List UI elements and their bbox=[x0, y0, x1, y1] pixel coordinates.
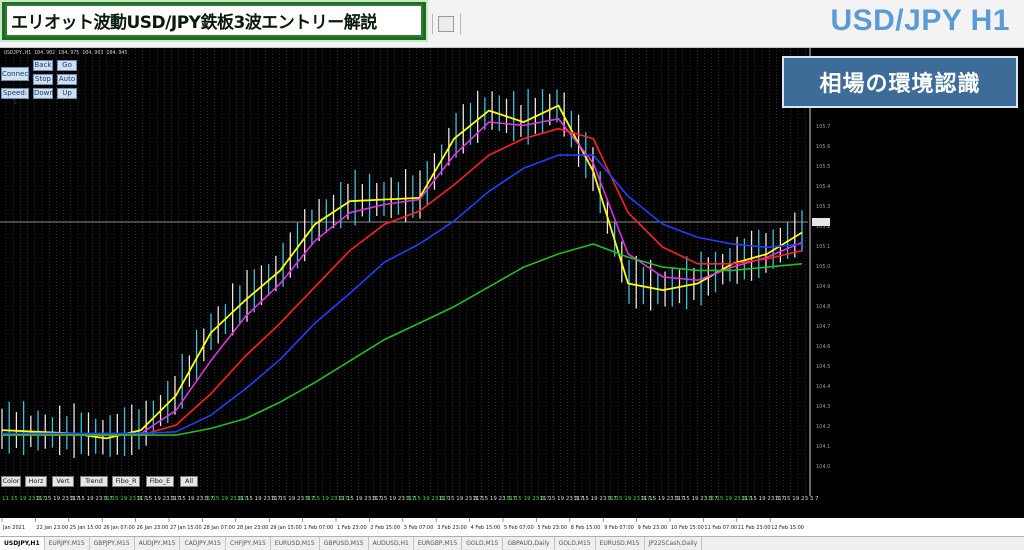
horz-tool-button[interactable]: Horz bbox=[25, 476, 47, 487]
time-axis-label: 26 Jan 07:00 bbox=[103, 525, 135, 531]
price-tick-label: 104.6 bbox=[816, 344, 830, 350]
toolbar-chart-icon[interactable] bbox=[438, 16, 454, 32]
auto-button[interactable]: Auto bbox=[57, 74, 77, 85]
price-tick-label: 104.0 bbox=[816, 464, 830, 470]
price-tick-label: 105.5 bbox=[816, 164, 830, 170]
time-axis-label: 12 Feb 15:00 bbox=[771, 525, 804, 531]
time-axis-label: 9 Feb 07:00 bbox=[604, 525, 634, 531]
symbol-tab[interactable]: AUDUSD,H1 bbox=[369, 537, 414, 550]
time-axis-label: 28 Jan 07:00 bbox=[203, 525, 235, 531]
price-tick-label: 104.5 bbox=[816, 364, 830, 370]
time-axis-label: 1 Feb 23:00 bbox=[337, 525, 367, 531]
time-axis-label: 22 Jan 23:00 bbox=[36, 525, 68, 531]
time-axis-label: 11 Feb 23:00 bbox=[738, 525, 771, 531]
time-axis-label: 10 Feb 15:00 bbox=[671, 525, 704, 531]
price-tick-label: 105.1 bbox=[816, 244, 830, 250]
time-axis-label: 1 Feb 07:00 bbox=[304, 525, 334, 531]
chart-window-info: USDJPY,H1 104.902 104.975 104.903 104.94… bbox=[4, 50, 128, 56]
time-axis-label: 28 Jan 23:00 bbox=[237, 525, 269, 531]
price-tick-label: 105.6 bbox=[816, 144, 830, 150]
chart-canvas[interactable]: 106.0105.9105.8105.7105.6105.5105.4105.3… bbox=[0, 48, 1024, 536]
symbol-tab[interactable]: AUDJPY,M15 bbox=[135, 537, 181, 550]
time-axis-label: 2 Feb 15:00 bbox=[370, 525, 400, 531]
fibo-r-tool-button[interactable]: Fibo_R bbox=[112, 476, 140, 487]
price-tick-label: 104.3 bbox=[816, 404, 830, 410]
environment-recognition-banner: 相場の環境認識 bbox=[782, 56, 1018, 108]
time-axis-label: 4 Feb 15:00 bbox=[471, 525, 501, 531]
connect-button[interactable]: Connect bbox=[1, 67, 31, 81]
time-axis-label: 11 Feb 07:00 bbox=[704, 525, 737, 531]
trend-tool-button[interactable]: Trend bbox=[80, 476, 108, 487]
symbol-tab[interactable]: GBPAUD,Daily bbox=[503, 537, 555, 550]
price-chart[interactable]: 106.0105.9105.8105.7105.6105.5105.4105.3… bbox=[0, 48, 1024, 536]
symbol-tab[interactable]: GBPJPY,M15 bbox=[90, 537, 135, 550]
price-tick-label: 105.7 bbox=[816, 124, 830, 130]
time-axis-label: 26 Jan 23:00 bbox=[137, 525, 169, 531]
price-tick-label: 105.4 bbox=[816, 184, 830, 190]
symbol-tab[interactable]: GOLD,M15 bbox=[462, 537, 504, 550]
price-tick-label: 104.4 bbox=[816, 384, 830, 390]
current-price-box bbox=[812, 218, 830, 226]
time-axis-label: Jan 2021 bbox=[2, 525, 25, 531]
symbol-tab[interactable]: GOLD,M15 bbox=[555, 537, 596, 550]
time-axis-label: 29 Jan 15:00 bbox=[270, 525, 302, 531]
symbol-tab-bar: USDJPY,H1 EURJPY,M15 GBPJPY,M15 AUDJPY,M15 C… bbox=[0, 536, 1024, 550]
price-scale-area bbox=[810, 48, 1024, 536]
vert-tool-button[interactable]: Vert bbox=[52, 476, 74, 487]
time-axis-label: 8 Feb 15:00 bbox=[571, 525, 601, 531]
stop-button[interactable]: Stop bbox=[33, 74, 53, 85]
symbol-tab[interactable]: JP225Cash,Daily bbox=[645, 537, 703, 550]
time-axis-label: 3 Feb 07:00 bbox=[404, 525, 434, 531]
go-button[interactable]: Go bbox=[57, 60, 77, 71]
video-title: エリオット波動USD/JPY鉄板3波エントリー解説 bbox=[11, 13, 377, 33]
time-axis-label: 5 Feb 07:00 bbox=[504, 525, 534, 531]
hour-tick-label: 11 15 19 23 3 7 bbox=[775, 496, 819, 502]
price-tick-label: 104.7 bbox=[816, 324, 830, 330]
symbol-tab[interactable]: EURGBP,M15 bbox=[414, 537, 463, 550]
symbol-tab[interactable]: EURJPY,M15 bbox=[45, 537, 90, 550]
time-axis-label: 3 Feb 23:00 bbox=[437, 525, 467, 531]
time-axis-label: 9 Feb 23:00 bbox=[638, 525, 668, 531]
price-tick-label: 105.0 bbox=[816, 264, 830, 270]
all-tool-button[interactable]: All bbox=[180, 476, 198, 487]
symbol-tab[interactable]: GBPUSD,M15 bbox=[320, 537, 369, 550]
price-tick-label: 104.9 bbox=[816, 284, 830, 290]
down-button[interactable]: Down bbox=[33, 88, 54, 99]
environment-recognition-label: 相場の環境認識 bbox=[819, 72, 981, 97]
symbol-tab[interactable]: CADJPY,M15 bbox=[180, 537, 226, 550]
symbol-tab[interactable]: USDJPY,H1 bbox=[0, 537, 45, 550]
price-tick-label: 105.3 bbox=[816, 204, 830, 210]
symbol-tab[interactable]: EURUSD,M15 bbox=[596, 537, 645, 550]
price-tick-label: 104.2 bbox=[816, 424, 830, 430]
price-tick-label: 104.1 bbox=[816, 444, 830, 450]
price-tick-label: 104.8 bbox=[816, 304, 830, 310]
color-tool-button[interactable]: Color bbox=[1, 476, 21, 487]
time-axis-label: 27 Jan 15:00 bbox=[170, 525, 202, 531]
toolbar-separator bbox=[460, 14, 461, 34]
symbol-tab[interactable]: EURUSD,M15 bbox=[271, 537, 320, 550]
video-title-banner: エリオット波動USD/JPY鉄板3波エントリー解説 bbox=[0, 0, 428, 42]
back-button[interactable]: Back bbox=[33, 60, 53, 71]
toolbar-separator bbox=[432, 14, 433, 34]
symbol-title: USD/JPY H1 bbox=[830, 4, 1010, 37]
up-button[interactable]: Up bbox=[57, 88, 77, 99]
fibo-e-tool-button[interactable]: Fibo_E bbox=[146, 476, 174, 487]
speed-button[interactable]: Speed: 1 bbox=[1, 88, 29, 106]
yellow-ma-line bbox=[1, 104, 803, 440]
time-axis-label: 25 Jan 15:00 bbox=[70, 525, 102, 531]
time-axis-label: 5 Feb 23:00 bbox=[537, 525, 567, 531]
symbol-tab[interactable]: CHFJPY,M15 bbox=[226, 537, 271, 550]
